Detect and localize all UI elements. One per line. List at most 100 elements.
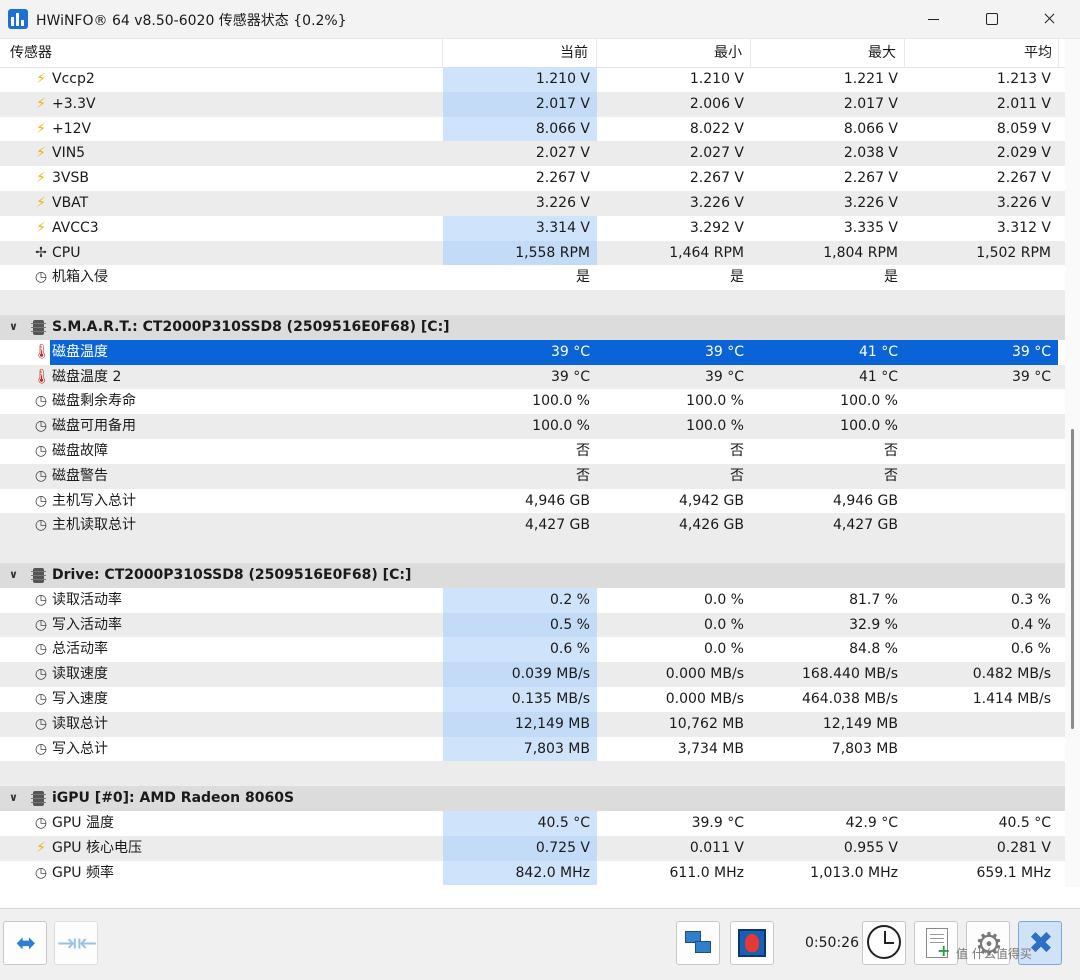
collapse-chevron-icon[interactable]: ∨: [9, 563, 23, 588]
sensor-row[interactable]: ◷ GPU 频率 842.0 MHz 611.0 MHz 1,013.0 MHz 659.…: [0, 860, 1065, 886]
column-header-sensor[interactable]: 传感器: [0, 39, 443, 67]
sensor-row[interactable]: ◷ 磁盘可用备用 100.0 % 100.0 % 100.0 %: [0, 414, 1065, 439]
current-value: 0.2 %: [443, 587, 597, 613]
sensor-row[interactable]: ◷ 读取活动率 0.2 % 0.0 % 81.7 % 0.3 %: [0, 587, 1065, 613]
current-value: 100.0 %: [532, 393, 590, 410]
min-value: 2.267 V: [689, 170, 744, 187]
sensor-name: VBAT: [52, 194, 89, 211]
collapse-chevron-icon[interactable]: ∨: [9, 315, 23, 340]
vertical-scrollbar[interactable]: [1065, 39, 1080, 887]
close-button[interactable]: [1026, 0, 1072, 38]
watermark: 值 什么值得买: [956, 947, 1032, 961]
logging-button[interactable]: +: [914, 921, 958, 965]
network-button[interactable]: [676, 921, 720, 965]
avg-value: [905, 513, 1058, 538]
sensor-group-header[interactable]: ∨ iGPU [#0]: AMD Radeon 8060S: [0, 786, 1065, 811]
network-computers-icon: [685, 931, 711, 953]
current-value: 0.135 MB/s: [443, 686, 597, 712]
spacer-row: [0, 538, 1065, 563]
table-header: 传感器 当前 最小 最大 平均: [0, 39, 1065, 68]
avg-value: 2.029 V: [996, 145, 1051, 162]
avg-value: [905, 265, 1058, 290]
current-value: 2.027 V: [535, 145, 590, 162]
avg-value: 2.267 V: [996, 170, 1051, 187]
sensor-row[interactable]: ◷ 磁盘警告 否 否 否: [0, 463, 1065, 489]
stopwatch-icon: [867, 925, 901, 959]
current-value: 3.314 V: [443, 215, 597, 241]
sensor-name: 主机写入总计: [52, 492, 136, 509]
sensor-table[interactable]: 传感器 当前 最小 最大 平均 ⚡ Vccp2 1.210 V 1.210 V 1.22…: [0, 39, 1065, 887]
minimize-button[interactable]: [910, 0, 956, 38]
column-header-avg[interactable]: 平均: [905, 39, 1059, 67]
clock-icon: ◷: [34, 740, 48, 757]
min-value: 否: [730, 442, 744, 459]
cpu-flame-icon: [738, 929, 766, 957]
expand-columns-button[interactable]: ⬌: [3, 921, 47, 965]
sensor-name: Vccp2: [52, 71, 95, 87]
min-value: 3,734 MB: [677, 740, 744, 757]
maximize-button[interactable]: [968, 0, 1014, 38]
scrollbar-thumb[interactable]: [1071, 429, 1074, 729]
sensor-row[interactable]: ⚡ +12V 8.066 V 8.022 V 8.066 V 8.059 V: [0, 116, 1065, 142]
collapse-columns-button[interactable]: ⇥⇤: [54, 921, 98, 965]
sensor-group-header[interactable]: ∨ Drive: CT2000P310SSD8 (2509516E0F68) [C…: [0, 562, 1065, 588]
clock-icon: ◷: [34, 269, 48, 286]
sensor-row[interactable]: ⚡ +3.3V 2.017 V 2.006 V 2.017 V 2.011 V: [0, 91, 1065, 117]
sensor-row[interactable]: 🌡 磁盘温度 39 °C 39 °C 41 °C 39 °C: [0, 339, 1065, 365]
sensor-row[interactable]: ◷ 总活动率 0.6 % 0.0 % 84.8 % 0.6 %: [0, 637, 1065, 663]
max-value: 41 °C: [858, 343, 898, 360]
sensor-row[interactable]: ⚡ AVCC3 3.314 V 3.292 V 3.335 V 3.312 V: [0, 215, 1065, 241]
cpu-monitor-button[interactable]: [730, 921, 774, 965]
current-value: 2.267 V: [535, 170, 590, 187]
min-value: 611.0 MHz: [669, 864, 744, 881]
sensor-row[interactable]: ✢ CPU 1,558 RPM 1,464 RPM 1,804 RPM 1,502 RPM: [0, 240, 1065, 266]
column-header-min[interactable]: 最小: [597, 39, 751, 67]
max-value: 7,803 MB: [831, 740, 898, 757]
avg-value: [905, 464, 1058, 489]
device-chip-icon: [31, 319, 46, 335]
avg-value: 0.3 %: [1010, 591, 1051, 608]
sensor-row[interactable]: ⚡ 3VSB 2.267 V 2.267 V 2.267 V 2.267 V: [0, 166, 1065, 191]
device-chip-icon: [31, 567, 46, 583]
sensor-row[interactable]: ⚡ GPU 核心电压 0.725 V 0.011 V 0.955 V 0.281 V: [0, 835, 1065, 861]
reset-timer-button[interactable]: [862, 921, 906, 965]
group-title: Drive: CT2000P310SSD8 (2509516E0F68) [C:…: [52, 566, 412, 583]
bolt-icon: ⚡: [36, 839, 46, 856]
current-value: 0.6 %: [443, 637, 597, 663]
sensor-row[interactable]: ◷ 磁盘剩余寿命 100.0 % 100.0 % 100.0 %: [0, 389, 1065, 414]
sensor-row[interactable]: ◷ 磁盘故障 否 否 否: [0, 439, 1065, 464]
bolt-icon: ⚡: [36, 120, 46, 137]
sensor-row[interactable]: ◷ 机箱入侵 是 是 是: [0, 265, 1065, 290]
sensor-row[interactable]: ◷ 写入总计 7,803 MB 3,734 MB 7,803 MB: [0, 736, 1065, 762]
sensor-row[interactable]: ◷ 读取速度 0.039 MB/s 0.000 MB/s 168.440 MB/s 0.4…: [0, 662, 1065, 687]
current-value: 否: [576, 467, 590, 484]
sensor-row[interactable]: 🌡 磁盘温度 2 39 °C 39 °C 41 °C 39 °C: [0, 364, 1065, 390]
clock-icon: ◷: [34, 442, 48, 459]
bottom-toolbar: ⬌ ⇥⇤ 0:50:26 + ⚙ ✖ 值 什么值得买: [0, 908, 1080, 980]
clock-icon: ◷: [34, 591, 48, 608]
sensor-row[interactable]: ◷ 主机写入总计 4,946 GB 4,942 GB 4,946 GB: [0, 489, 1065, 514]
double-arrow-inward-icon: ⇥⇤: [56, 929, 98, 957]
sensor-row[interactable]: ◷ 主机读取总计 4,427 GB 4,426 GB 4,427 GB: [0, 513, 1065, 539]
sensor-name: +12V: [52, 120, 92, 137]
sensor-name: 写入总计: [52, 740, 108, 757]
sensor-group-header[interactable]: ∨ S.M.A.R.T.: CT2000P310SSD8 (2509516E0F6…: [0, 314, 1065, 340]
sensor-row[interactable]: ◷ 写入活动率 0.5 % 0.0 % 32.9 % 0.4 %: [0, 612, 1065, 638]
window-title: HWiNFO® 64 v8.50-6020 传感器状态 {0.2%}: [36, 13, 347, 29]
collapse-chevron-icon[interactable]: ∨: [9, 786, 23, 811]
clock-icon: ◷: [34, 715, 48, 732]
sensor-row[interactable]: ◷ 读取总计 12,149 MB 10,762 MB 12,149 MB: [0, 711, 1065, 737]
column-header-current[interactable]: 当前: [443, 39, 597, 67]
column-header-max[interactable]: 最大: [751, 39, 905, 67]
clock-icon: ◷: [34, 690, 48, 707]
sensor-row[interactable]: ⚡ Vccp2 1.210 V 1.210 V 1.221 V 1.213 V: [0, 67, 1065, 92]
avg-value: 3.312 V: [996, 219, 1051, 236]
avg-value: 0.4 %: [1010, 616, 1051, 633]
max-value: 464.038 MB/s: [801, 690, 898, 707]
sensor-row[interactable]: ◷ GPU 温度 40.5 °C 39.9 °C 42.9 °C 40.5 °C: [0, 810, 1065, 836]
max-value: 否: [884, 467, 898, 484]
sensor-row[interactable]: ⚡ VIN5 2.027 V 2.027 V 2.038 V 2.029 V: [0, 141, 1065, 167]
min-value: 0.011 V: [689, 839, 744, 856]
sensor-row[interactable]: ⚡ VBAT 3.226 V 3.226 V 3.226 V 3.226 V: [0, 190, 1065, 216]
sensor-row[interactable]: ◷ 写入速度 0.135 MB/s 0.000 MB/s 464.038 MB/s 1.4…: [0, 686, 1065, 712]
